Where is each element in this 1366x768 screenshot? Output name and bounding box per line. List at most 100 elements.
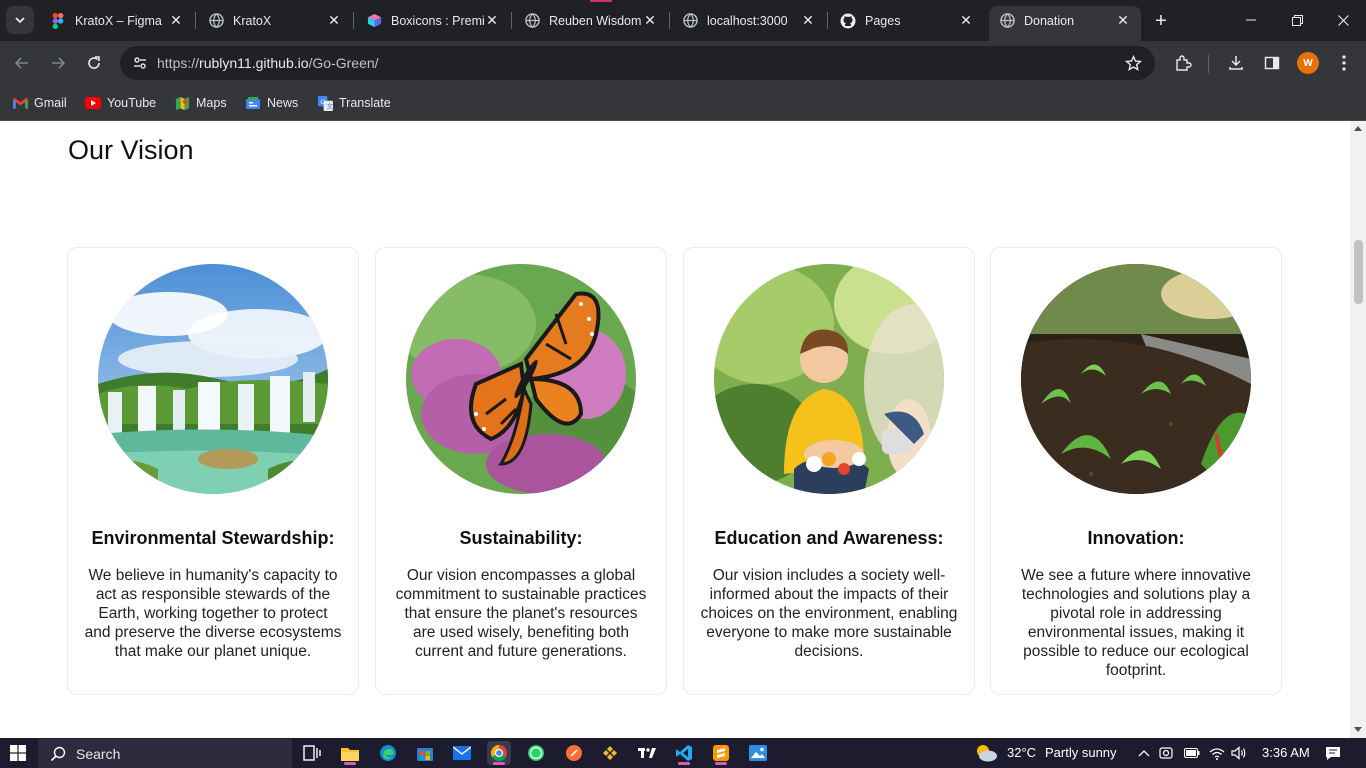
reload-button[interactable] [80,49,108,77]
partly-sunny-icon[interactable] [974,742,998,764]
butterfly-image [406,264,636,494]
bookmark-gmail[interactable]: Gmail [12,93,67,113]
edge-icon[interactable] [376,741,400,765]
vision-card: Environmental Stewardship: We believe in… [67,247,359,695]
extensions-icon[interactable] [1171,51,1195,75]
clock-time[interactable]: 3:36 AM [1262,745,1310,760]
taskbar-search-label: Search [76,745,121,762]
battery-icon[interactable] [1184,745,1200,761]
bookmark-label: Maps [196,96,227,110]
back-button[interactable] [8,49,36,77]
close-icon[interactable]: ✕ [326,12,342,29]
file-explorer-icon[interactable] [338,741,362,765]
sublime-icon[interactable] [709,741,733,765]
weather-temp[interactable]: 32°C [1007,745,1036,760]
close-icon[interactable]: ✕ [484,12,500,29]
reload-icon [88,56,100,69]
download-icon[interactable] [1224,51,1248,75]
scroll-up-icon[interactable] [1354,126,1362,131]
scroll-down-icon[interactable] [1354,727,1362,732]
globe-icon [682,13,698,29]
card-title: Sustainability: [459,528,583,548]
svg-text:G: G [320,98,325,105]
page-scrollbar[interactable] [1350,121,1366,738]
tab-title: Boxicons : Premi [391,13,484,28]
bookmark-news[interactable]: News [245,93,298,113]
gmail-icon [12,95,28,111]
child-gardening-image [714,264,944,494]
tab-title: Reuben Wisdom [549,13,642,28]
bookmark-translate[interactable]: G文 Translate [317,93,391,113]
browser-toolbar: https://rublyn11.github.io/Go-Green/ W [0,41,1366,85]
bookmark-maps[interactable]: Maps [174,93,227,113]
profile-avatar[interactable]: W [1297,52,1319,74]
bookmark-label: YouTube [107,96,157,110]
translate-icon: G文 [317,95,333,111]
forward-button[interactable] [44,49,72,77]
url-path: /Go-Green/ [308,55,379,71]
restore-button[interactable] [1274,8,1320,32]
taskbar-search-box[interactable]: Search [38,739,292,768]
seedlings-image [1021,264,1251,494]
tab-pages[interactable]: Pages ✕ [830,6,984,35]
section-title: Our Vision [68,135,194,165]
notification-icon[interactable] [1325,745,1341,761]
boxicons-icon [366,13,382,29]
binance-icon[interactable] [598,741,622,765]
url-text[interactable]: https://rublyn11.github.io/Go-Green/ [157,55,379,71]
tab-title: Pages [865,13,901,28]
bookmark-label: Translate [339,96,391,110]
close-icon[interactable]: ✕ [642,12,658,29]
weather-desc[interactable]: Partly sunny [1045,745,1117,760]
tab-strip: KratoX – Figma ✕ KratoX ✕ Boxicons : Pre… [0,0,1366,41]
card-title: Innovation: [1087,528,1185,548]
more-menu-icon[interactable] [1332,51,1356,75]
vision-card: Sustainability: Our vision encompasses a… [375,247,667,695]
close-window-button[interactable] [1320,8,1366,32]
globe-icon [208,13,224,29]
close-icon[interactable]: ✕ [1115,12,1131,29]
close-icon[interactable]: ✕ [168,12,184,29]
vscode-icon[interactable] [672,741,696,765]
microsoft-store-icon[interactable] [413,741,437,765]
volume-icon[interactable] [1231,745,1247,761]
site-settings-icon[interactable] [128,51,152,75]
youtube-icon [85,95,101,111]
waterfall-image [98,264,328,494]
postman-icon[interactable] [562,741,586,765]
mail-icon[interactable] [450,741,474,765]
side-panel-icon[interactable] [1260,51,1284,75]
bookmark-youtube[interactable]: YouTube [85,93,156,113]
figma-icon [50,12,66,29]
tab-search-button[interactable] [6,6,34,34]
address-bar[interactable]: https://rublyn11.github.io/Go-Green/ [120,46,1155,80]
windows-start-icon[interactable] [10,745,26,761]
minimize-button[interactable] [1228,8,1274,32]
chevron-up-icon[interactable] [1136,745,1152,761]
windows-taskbar: Search 32°C Partly sunny 3:36 AM [0,738,1366,768]
tab-donation[interactable]: Donation ✕ [989,6,1141,41]
chevron-down-icon [15,17,25,24]
new-tab-button[interactable]: + [1150,10,1172,32]
tab-title: localhost:3000 [707,13,788,28]
close-icon [1337,14,1349,26]
tab-reuben-wisdom[interactable]: Reuben Wisdom ✕ [514,6,668,35]
globe-icon [524,13,540,29]
tradingview-icon[interactable] [635,741,659,765]
tab-boxicons[interactable]: Boxicons : Premi ✕ [356,6,510,35]
bookmark-star-icon[interactable] [1123,53,1143,73]
close-icon[interactable]: ✕ [800,12,816,29]
wifi-icon[interactable] [1209,745,1225,761]
bookmark-label: Gmail [34,96,67,110]
close-icon[interactable]: ✕ [958,12,974,29]
camera-icon[interactable] [1158,745,1174,761]
photos-icon[interactable] [746,741,770,765]
scroll-thumb[interactable] [1354,240,1363,304]
whatsapp-icon[interactable] [524,741,548,765]
tab-kratox-figma[interactable]: KratoX – Figma ✕ [40,6,194,35]
tab-localhost[interactable]: localhost:3000 ✕ [672,6,826,35]
news-icon [245,95,261,111]
tab-kratox[interactable]: KratoX ✕ [198,6,352,35]
task-view-icon[interactable] [300,741,324,765]
chrome-icon[interactable] [487,741,511,765]
